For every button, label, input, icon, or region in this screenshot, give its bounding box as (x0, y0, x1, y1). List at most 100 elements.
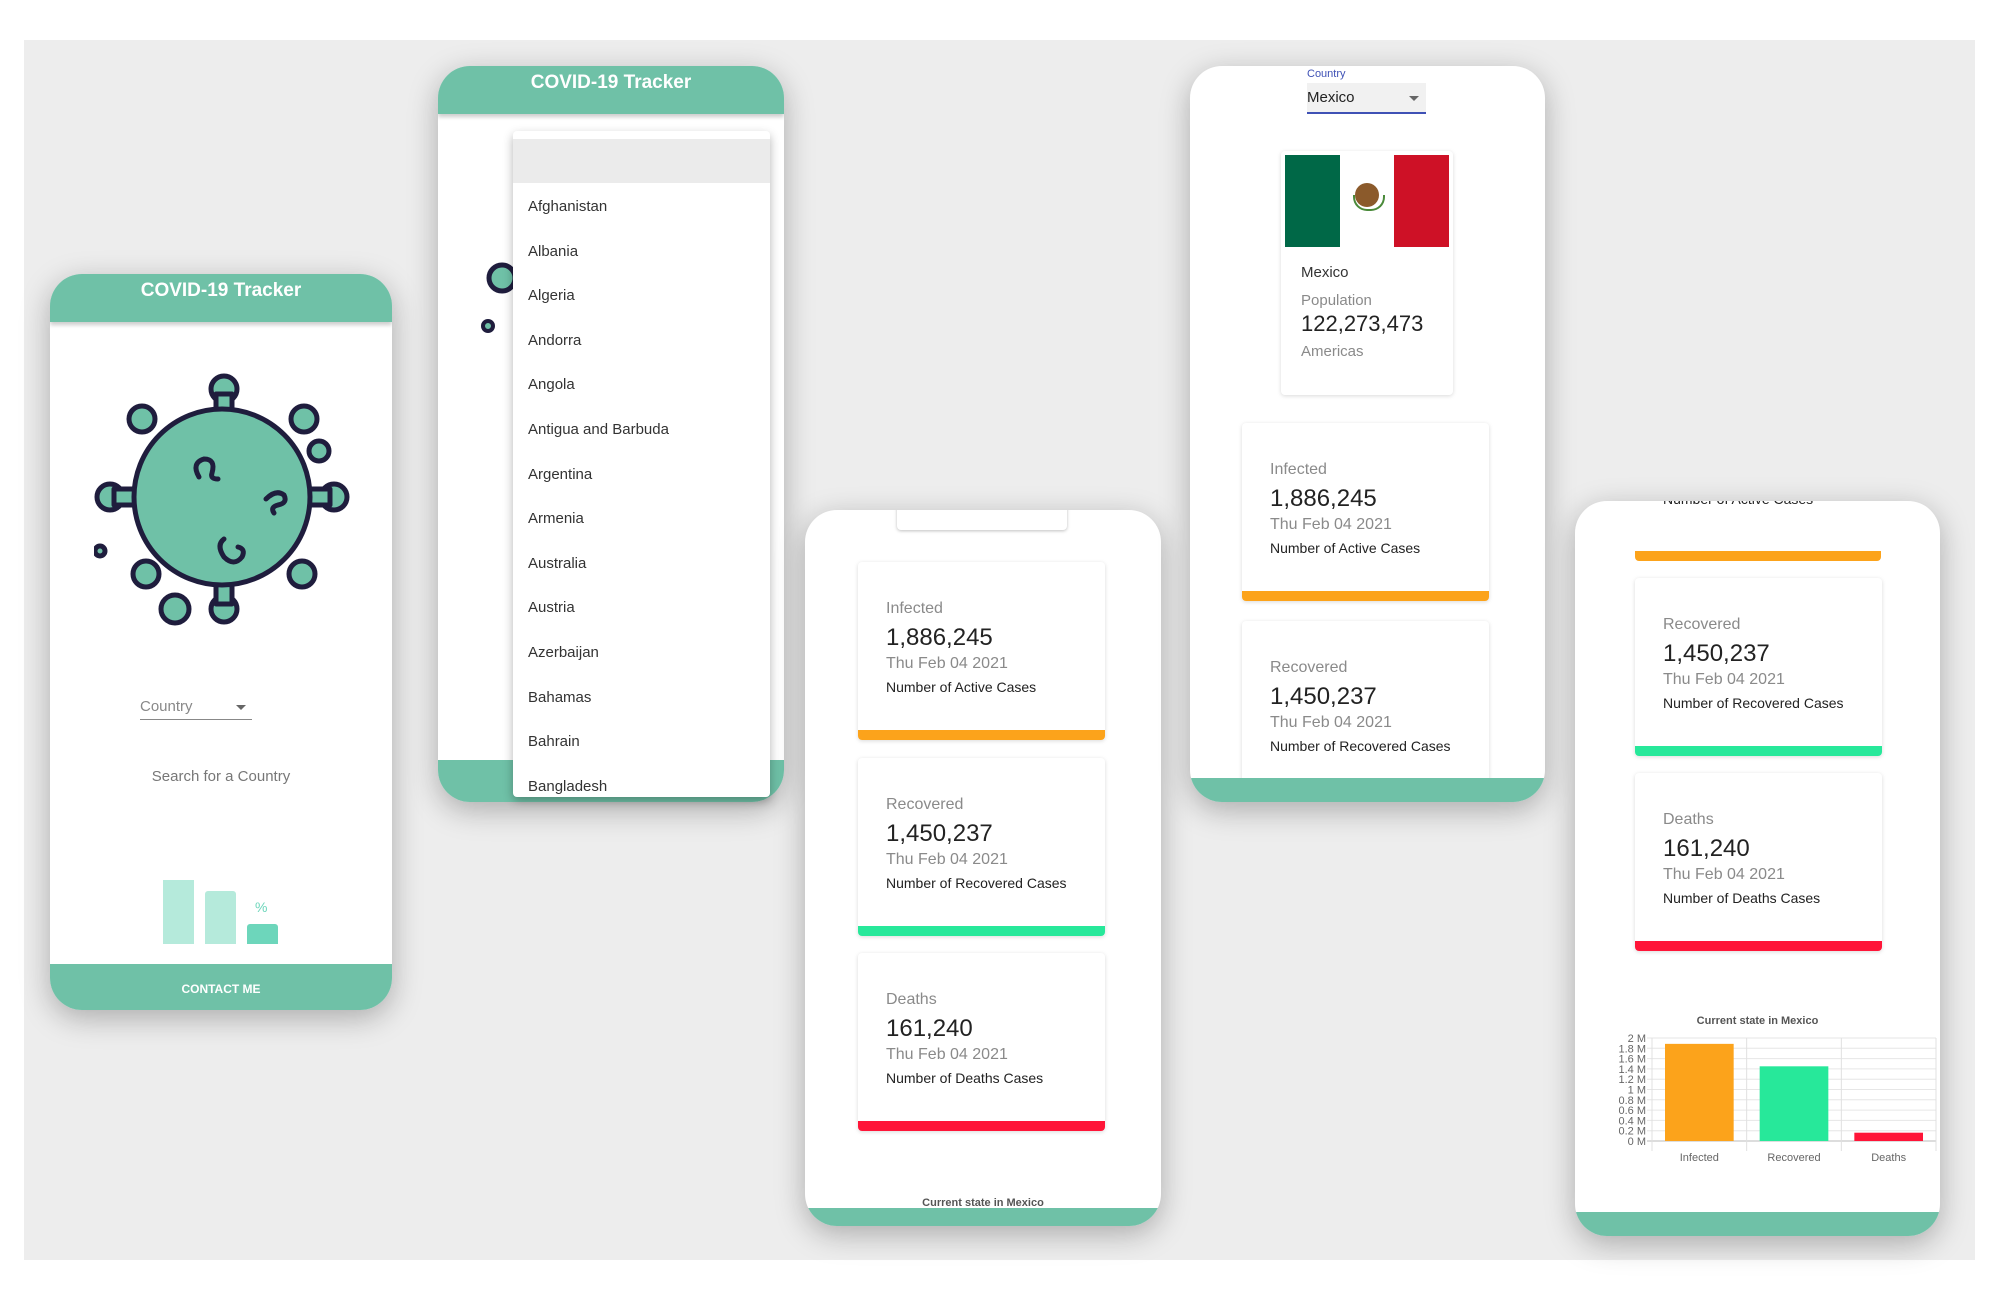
dropdown-option[interactable]: Bangladesh (528, 778, 607, 795)
stat-label: Infected (1270, 461, 1327, 478)
stat-label: Recovered (1270, 659, 1348, 676)
stat-color-bar (1242, 591, 1489, 601)
y-tick-label: 1.6 M (1618, 1054, 1646, 1066)
stat-card-deaths: Deaths 161,240 Thu Feb 04 2021 Number of De… (1635, 773, 1882, 951)
country-select-value: Mexico (1307, 89, 1355, 106)
contact-me-button[interactable] (1575, 1212, 1940, 1236)
dropdown-option[interactable]: Bahamas (528, 689, 591, 706)
dropdown-option[interactable]: Austria (528, 599, 575, 616)
stat-label: Infected (886, 600, 943, 617)
country-card-partial (897, 510, 1067, 530)
country-dropdown-menu: Afghanistan Albania Algeria Andorra Angola An… (513, 131, 770, 797)
stat-color-bar (858, 730, 1105, 740)
y-tick-label: 0 M (1628, 1136, 1646, 1148)
stat-date: Thu Feb 04 2021 (886, 655, 1008, 672)
bar-infected (1665, 1043, 1734, 1141)
percent-bars-icon: % (163, 879, 278, 944)
stat-value: 1,450,237 (886, 820, 993, 847)
dropdown-option[interactable]: Azerbaijan (528, 644, 599, 661)
population-value: 122,273,473 (1301, 311, 1424, 336)
y-tick-label: 1.4 M (1618, 1064, 1646, 1076)
mexico-flag-icon (1285, 155, 1449, 247)
dropdown-option[interactable]: Andorra (528, 332, 581, 349)
phone-stats: Infected 1,886,245 Thu Feb 04 2021 Number o… (805, 510, 1161, 1226)
search-prompt: Search for a Country (151, 768, 291, 785)
contact-me-button[interactable] (805, 1208, 1161, 1226)
country-select-field[interactable]: Mexico (1307, 83, 1426, 114)
dropdown-option[interactable]: Argentina (528, 466, 592, 483)
contact-me-button[interactable] (1190, 778, 1545, 802)
phone-home: COVID-19 Tracker Country Search for a Co… (50, 274, 392, 1010)
contact-me-label: CONTACT ME (181, 982, 261, 996)
dropdown-option[interactable]: Albania (528, 243, 578, 260)
dropdown-option[interactable]: Bahrain (528, 733, 580, 750)
app-header: COVID-19 Tracker (50, 274, 392, 322)
bar-recovered (1759, 1066, 1829, 1141)
stat-description: Number of Deaths Cases (886, 1070, 1044, 1086)
stat-value: 1,886,245 (886, 624, 993, 651)
stat-value: 1,886,245 (1270, 485, 1377, 512)
stat-card-recovered: Recovered 1,450,237 Thu Feb 04 2021 Number … (1242, 621, 1489, 799)
select-underline (140, 719, 252, 720)
chevron-down-icon (236, 705, 246, 710)
y-tick-label: 1 M (1628, 1085, 1646, 1097)
chart-title: Current state in Mexico (1696, 1015, 1819, 1027)
bar-shape (247, 924, 278, 944)
country-info-card: Mexico Population 122,273,473 Americas (1281, 151, 1453, 395)
stat-card-deaths: Deaths 161,240 Thu Feb 04 2021 Number of De… (858, 953, 1105, 1131)
x-tick-label: Infected (1680, 1152, 1719, 1161)
stat-value: 161,240 (886, 1015, 973, 1042)
y-tick-label: 0.4 M (1618, 1115, 1646, 1127)
y-tick-label: 1.2 M (1618, 1074, 1646, 1086)
country-select[interactable]: Country Mexico (1307, 66, 1426, 116)
stat-color-bar (858, 1121, 1105, 1131)
stat-value: 1,450,237 (1270, 683, 1377, 710)
phone-chart: Number of Active Cases Recovered 1,450,23… (1575, 501, 1940, 1236)
stat-label: Deaths (1663, 811, 1714, 828)
dropdown-option[interactable]: Australia (528, 555, 586, 572)
stat-value: 161,240 (1663, 835, 1750, 862)
stat-color-bar (858, 926, 1105, 936)
stat-description: Number of Recovered Cases (886, 875, 1067, 891)
app-header: COVID-19 Tracker (438, 66, 784, 114)
country-select[interactable]: Country (140, 692, 252, 720)
stat-date: Thu Feb 04 2021 (886, 1046, 1008, 1063)
dropdown-option[interactable]: Armenia (528, 510, 584, 527)
stat-value: 1,450,237 (1663, 640, 1770, 667)
partial-active-cases: Number of Active Cases (1663, 501, 1813, 507)
stat-date: Thu Feb 04 2021 (1270, 516, 1392, 533)
dropdown-empty-option[interactable] (513, 139, 770, 183)
dropdown-option[interactable]: Algeria (528, 287, 575, 304)
stat-description: Number of Recovered Cases (1270, 738, 1451, 754)
dropdown-option[interactable]: Antigua and Barbuda (528, 421, 669, 438)
stat-description: Number of Recovered Cases (1663, 695, 1844, 711)
stat-date: Thu Feb 04 2021 (1270, 714, 1392, 731)
chevron-down-icon (1409, 96, 1419, 101)
y-tick-label: 2 M (1628, 1033, 1646, 1045)
country-name: Mexico (1301, 264, 1349, 281)
app-title: COVID-19 Tracker (530, 72, 692, 93)
stat-label: Recovered (886, 796, 964, 813)
bar-chart: 0 M0.2 M0.4 M0.6 M0.8 M1 M1.2 M1.4 M1.6 … (1618, 1033, 1937, 1161)
stat-label: Recovered (1663, 616, 1741, 633)
stat-card-infected: Infected 1,886,245 Thu Feb 04 2021 Number o… (1242, 423, 1489, 601)
bar-deaths (1854, 1132, 1923, 1141)
stat-description: Number of Deaths Cases (1663, 890, 1821, 906)
x-tick-label: Recovered (1767, 1152, 1820, 1161)
stat-description: Number of Active Cases (1270, 540, 1421, 556)
region-value: Americas (1301, 343, 1364, 360)
stat-description: Number of Active Cases (886, 679, 1037, 695)
y-tick-label: 1.8 M (1618, 1043, 1646, 1055)
stat-card-infected: Infected 1,886,245 Thu Feb 04 2021 Number o… (858, 562, 1105, 740)
y-tick-label: 0.8 M (1618, 1095, 1646, 1107)
y-tick-label: 0.2 M (1618, 1126, 1646, 1138)
x-tick-label: Deaths (1871, 1152, 1906, 1161)
dropdown-option[interactable]: Angola (528, 376, 575, 393)
country-select-label: Country (1307, 68, 1346, 80)
dropdown-option[interactable]: Afghanistan (528, 198, 607, 215)
virus-icon (94, 373, 350, 626)
stat-date: Thu Feb 04 2021 (1663, 866, 1785, 883)
stat-card-recovered: Recovered 1,450,237 Thu Feb 04 2021 Number … (1635, 578, 1882, 756)
contact-me-button[interactable]: CONTACT ME (50, 964, 392, 1010)
stat-date: Thu Feb 04 2021 (886, 851, 1008, 868)
